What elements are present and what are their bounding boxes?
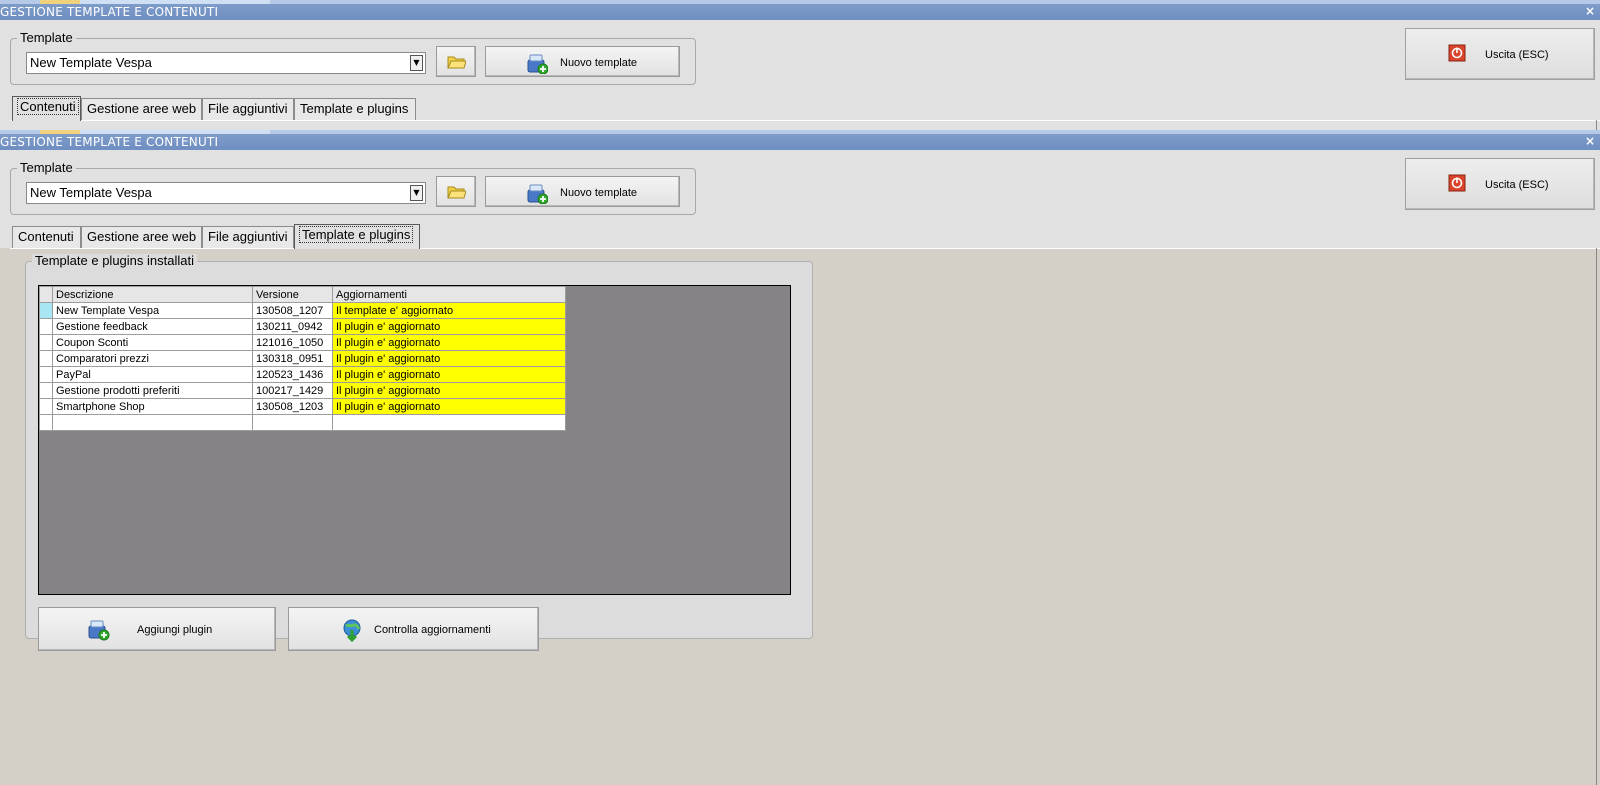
- plugins-group-legend: Template e plugins installati: [32, 254, 197, 268]
- plugins-grid: Descrizione Versione Aggiornamenti New T…: [38, 285, 791, 595]
- exit-button-label: Uscita (ESC): [1485, 179, 1549, 191]
- row-selector[interactable]: [39, 318, 53, 335]
- cell-aggiornamenti[interactable]: Il plugin e' aggiornato: [332, 318, 566, 335]
- table-row[interactable]: New Template Vespa 130508_1207 Il templa…: [39, 302, 566, 319]
- cell-descrizione[interactable]: Coupon Sconti: [52, 334, 253, 351]
- cell-aggiornamenti[interactable]: Il plugin e' aggiornato: [332, 334, 566, 351]
- table-row[interactable]: Coupon Sconti 121016_1050 Il plugin e' a…: [39, 334, 566, 351]
- power-icon: [1448, 44, 1466, 62]
- cell-aggiornamenti[interactable]: Il plugin e' aggiornato: [332, 366, 566, 383]
- exit-button[interactable]: Uscita (ESC): [1405, 28, 1595, 80]
- cell-versione[interactable]: 100217_1429: [252, 382, 333, 399]
- tab-gestione-aree-web[interactable]: Gestione aree web: [81, 226, 202, 248]
- add-plugin-label: Aggiungi plugin: [137, 624, 213, 636]
- tab-template-e-plugins[interactable]: Template e plugins: [294, 98, 416, 120]
- folder-icon: [447, 186, 466, 199]
- table-row[interactable]: Gestione feedback 130211_0942 Il plugin …: [39, 318, 566, 335]
- window-title: GESTIONE TEMPLATE E CONTENUTI: [0, 135, 219, 149]
- column-header-aggiornamenti[interactable]: Aggiornamenti: [332, 286, 566, 303]
- new-template-button[interactable]: Nuovo template: [485, 176, 680, 207]
- check-updates-label: Controlla aggiornamenti: [374, 624, 491, 636]
- row-selector[interactable]: [39, 334, 53, 351]
- open-folder-button[interactable]: [436, 46, 476, 77]
- tab-template-e-plugins[interactable]: Template e plugins: [294, 224, 420, 249]
- template-group-legend: Template: [17, 161, 76, 175]
- row-selector[interactable]: [39, 302, 53, 319]
- cell-versione[interactable]: 120523_1436: [252, 366, 333, 383]
- template-select[interactable]: New Template Vespa ▼: [26, 182, 426, 204]
- table-row[interactable]: PayPal 120523_1436 Il plugin e' aggiorna…: [39, 366, 566, 383]
- cell-aggiornamenti[interactable]: Il plugin e' aggiornato: [332, 398, 566, 415]
- close-icon[interactable]: ×: [1584, 135, 1596, 147]
- tab-content-border: [10, 120, 1600, 124]
- row-selector[interactable]: [39, 382, 53, 399]
- window-2: GESTIONE TEMPLATE E CONTENUTI × Template…: [0, 130, 1600, 785]
- cell-versione[interactable]: 130318_0951: [252, 350, 333, 367]
- table-row[interactable]: Smartphone Shop 130508_1203 Il plugin e'…: [39, 398, 566, 415]
- add-package-icon: [527, 54, 548, 74]
- template-group-legend: Template: [17, 31, 76, 45]
- cell-descrizione[interactable]: New Template Vespa: [52, 302, 253, 319]
- window-1: GESTIONE TEMPLATE E CONTENUTI × Template…: [0, 0, 1600, 130]
- cell-descrizione[interactable]: PayPal: [52, 366, 253, 383]
- check-updates-button[interactable]: Controlla aggiornamenti: [288, 607, 539, 651]
- cell-aggiornamenti[interactable]: Il plugin e' aggiornato: [332, 350, 566, 367]
- column-header-versione[interactable]: Versione: [252, 286, 333, 303]
- tab-file-aggiuntivi[interactable]: File aggiuntivi: [202, 226, 294, 248]
- template-select-value: New Template Vespa: [30, 185, 152, 200]
- close-icon[interactable]: ×: [1584, 5, 1596, 17]
- row-selector[interactable]: [39, 350, 53, 367]
- cell-aggiornamenti[interactable]: Il plugin e' aggiornato: [332, 382, 566, 399]
- plugins-table: Descrizione Versione Aggiornamenti New T…: [39, 286, 566, 431]
- window-title: GESTIONE TEMPLATE E CONTENUTI: [0, 5, 219, 19]
- tab-content-border: [10, 248, 1600, 252]
- tab-contenuti[interactable]: Contenuti: [12, 96, 81, 121]
- exit-button-label: Uscita (ESC): [1485, 49, 1549, 61]
- tab-gestione-aree-web[interactable]: Gestione aree web: [81, 98, 202, 120]
- cell-versione[interactable]: 130508_1203: [252, 398, 333, 415]
- title-bar: GESTIONE TEMPLATE E CONTENUTI ×: [0, 130, 1600, 150]
- cell-versione[interactable]: 130508_1207: [252, 302, 333, 319]
- chevron-down-icon[interactable]: ▼: [410, 55, 423, 71]
- tab-contenuti[interactable]: Contenuti: [12, 226, 81, 248]
- add-package-icon: [88, 620, 110, 641]
- title-bar: GESTIONE TEMPLATE E CONTENUTI ×: [0, 0, 1600, 20]
- add-package-icon: [527, 184, 548, 204]
- exit-button[interactable]: Uscita (ESC): [1405, 158, 1595, 210]
- cell-descrizione[interactable]: Gestione prodotti preferiti: [52, 382, 253, 399]
- plugins-group: Template e plugins installati Descrizion…: [25, 254, 813, 651]
- cell-versione[interactable]: 130211_0942: [252, 318, 333, 335]
- add-plugin-button[interactable]: Aggiungi plugin: [38, 607, 276, 651]
- cell-aggiornamenti[interactable]: Il template e' aggiornato: [332, 302, 566, 319]
- globe-download-icon: [342, 618, 362, 642]
- cell-descrizione[interactable]: Comparatori prezzi: [52, 350, 253, 367]
- template-group: Template New Template Vespa ▼ Nuovo temp…: [10, 31, 696, 85]
- cell-descrizione[interactable]: Gestione feedback: [52, 318, 253, 335]
- tab-file-aggiuntivi[interactable]: File aggiuntivi: [202, 98, 294, 120]
- column-header-descrizione[interactable]: Descrizione: [52, 286, 253, 303]
- template-select-value: New Template Vespa: [30, 55, 152, 70]
- template-group: Template New Template Vespa ▼ Nuovo temp…: [10, 161, 696, 215]
- table-header-row: Descrizione Versione Aggiornamenti: [39, 286, 566, 303]
- table-row[interactable]: Comparatori prezzi 130318_0951 Il plugin…: [39, 350, 566, 367]
- power-icon: [1448, 174, 1466, 192]
- new-template-label: Nuovo template: [560, 57, 638, 69]
- row-selector[interactable]: [39, 366, 53, 383]
- new-template-label: Nuovo template: [560, 187, 638, 199]
- row-selector[interactable]: [39, 398, 53, 415]
- table-row[interactable]: Gestione prodotti preferiti 100217_1429 …: [39, 382, 566, 399]
- template-select[interactable]: New Template Vespa ▼: [26, 52, 426, 74]
- open-folder-button[interactable]: [436, 176, 476, 207]
- table-new-row[interactable]: [39, 414, 566, 431]
- row-selector[interactable]: [39, 414, 53, 431]
- cell-versione[interactable]: 121016_1050: [252, 334, 333, 351]
- folder-icon: [447, 56, 466, 69]
- cell-descrizione[interactable]: Smartphone Shop: [52, 398, 253, 415]
- chevron-down-icon[interactable]: ▼: [410, 185, 423, 201]
- new-template-button[interactable]: Nuovo template: [485, 46, 680, 77]
